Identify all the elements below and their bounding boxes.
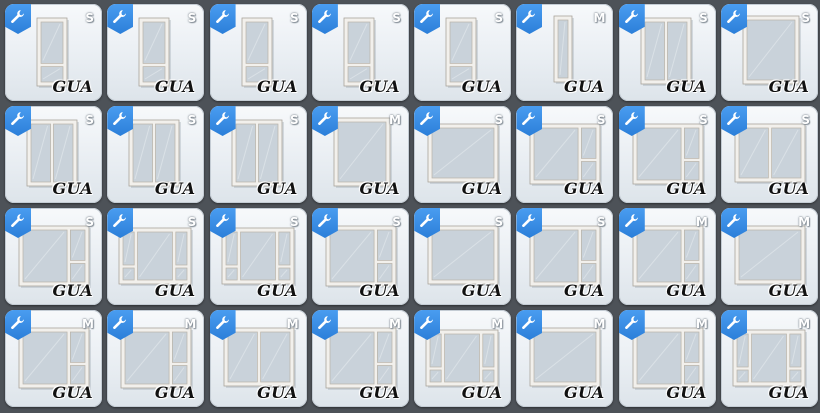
item-label: GUA [666,179,707,198]
size-badge: S [289,215,299,229]
catalog-item-tile[interactable]: S GUA [414,4,512,101]
size-badge: M [286,317,299,331]
catalog-item-tile[interactable]: S GUA [107,208,205,305]
size-badge: S [596,113,606,127]
size-badge: S [699,113,708,127]
item-label: GUA [359,281,400,300]
catalog-item-tile[interactable]: S GUA [107,106,205,203]
catalog-item-tile[interactable]: M GUA [721,208,819,305]
catalog-item-tile[interactable]: S GUA [618,106,716,203]
item-label: GUA [461,77,503,96]
size-badge: S [289,113,299,127]
size-badge: M [593,11,606,25]
item-label: GUA [257,77,298,96]
item-label: GUA [154,281,196,300]
catalog-item-tile[interactable]: S GUA [209,106,307,203]
item-label: GUA [359,77,400,96]
catalog-item-tile[interactable]: S GUA [209,4,307,101]
catalog-item-tile[interactable]: M GUA [721,310,819,407]
size-badge: S [85,113,94,127]
size-badge: M [388,113,401,127]
size-badge: S [187,113,197,127]
size-badge: M [695,317,708,331]
size-badge: M [695,215,708,229]
catalog-item-tile[interactable]: S GUA [311,4,409,101]
catalog-item-tile[interactable]: S GUA [5,4,102,101]
item-label: GUA [257,383,298,402]
item-label: GUA [461,281,503,300]
item-label: GUA [461,179,503,198]
catalog-item-tile[interactable]: S GUA [721,4,819,101]
catalog-item-tile[interactable]: S GUA [209,208,307,305]
catalog-item-tile[interactable]: M GUA [618,310,716,407]
size-badge: M [82,317,94,331]
size-badge: S [494,113,504,127]
catalog-item-tile[interactable]: S GUA [414,106,512,203]
item-label: GUA [564,281,605,300]
catalog-item-tile[interactable]: S GUA [618,4,716,101]
item-label: GUA [52,281,93,300]
size-badge: S [801,113,811,127]
size-badge: M [388,317,401,331]
size-badge: S [187,215,197,229]
catalog-item-tile[interactable]: S GUA [107,4,205,101]
item-label: GUA [564,383,605,402]
item-label: GUA [52,179,93,198]
item-label: GUA [461,383,503,402]
size-badge: M [491,317,504,331]
size-badge: S [392,11,401,25]
catalog-item-tile[interactable]: M GUA [414,310,512,407]
catalog-item-tile[interactable]: M GUA [618,208,716,305]
size-badge: S [392,215,401,229]
item-label: GUA [154,179,196,198]
catalog-item-tile[interactable]: M GUA [516,4,614,101]
item-label: GUA [768,281,810,300]
size-badge: S [699,11,708,25]
size-badge: S [596,215,606,229]
window-catalog-grid: S GUA S GUA S GUA S GUA S GUA M GUA S GUA S GUA S GUA S GUA… [5,4,819,407]
item-label: GUA [564,77,605,96]
catalog-item-tile[interactable]: M GUA [5,310,102,407]
item-label: GUA [52,77,93,96]
size-badge: S [85,215,94,229]
item-label: GUA [52,383,93,402]
size-badge: S [85,11,94,25]
size-badge: M [184,317,197,331]
size-badge: M [593,317,606,331]
item-label: GUA [257,281,298,300]
catalog-item-tile[interactable]: M GUA [516,310,614,407]
item-label: GUA [768,77,810,96]
size-badge: S [494,215,504,229]
item-label: GUA [666,281,707,300]
catalog-item-tile[interactable]: S GUA [414,208,512,305]
item-label: GUA [359,179,400,198]
item-label: GUA [359,383,400,402]
item-label: GUA [154,77,196,96]
catalog-item-tile[interactable]: S GUA [721,106,819,203]
item-label: GUA [257,179,298,198]
item-label: GUA [666,77,707,96]
catalog-item-tile[interactable]: M GUA [311,310,409,407]
size-badge: M [798,317,811,331]
size-badge: S [187,11,197,25]
size-badge: S [494,11,504,25]
catalog-item-tile[interactable]: S GUA [5,208,102,305]
item-label: GUA [768,179,810,198]
item-label: GUA [768,383,810,402]
catalog-item-tile[interactable]: S GUA [516,208,614,305]
catalog-item-tile[interactable]: M GUA [311,106,409,203]
catalog-item-tile[interactable]: M GUA [107,310,205,407]
item-label: GUA [564,179,605,198]
item-label: GUA [154,383,196,402]
catalog-item-tile[interactable]: S GUA [311,208,409,305]
item-label: GUA [666,383,707,402]
size-badge: S [801,11,811,25]
size-badge: M [798,215,811,229]
catalog-item-tile[interactable]: S GUA [516,106,614,203]
catalog-item-tile[interactable]: M GUA [209,310,307,407]
catalog-item-tile[interactable]: S GUA [5,106,102,203]
size-badge: S [289,11,299,25]
